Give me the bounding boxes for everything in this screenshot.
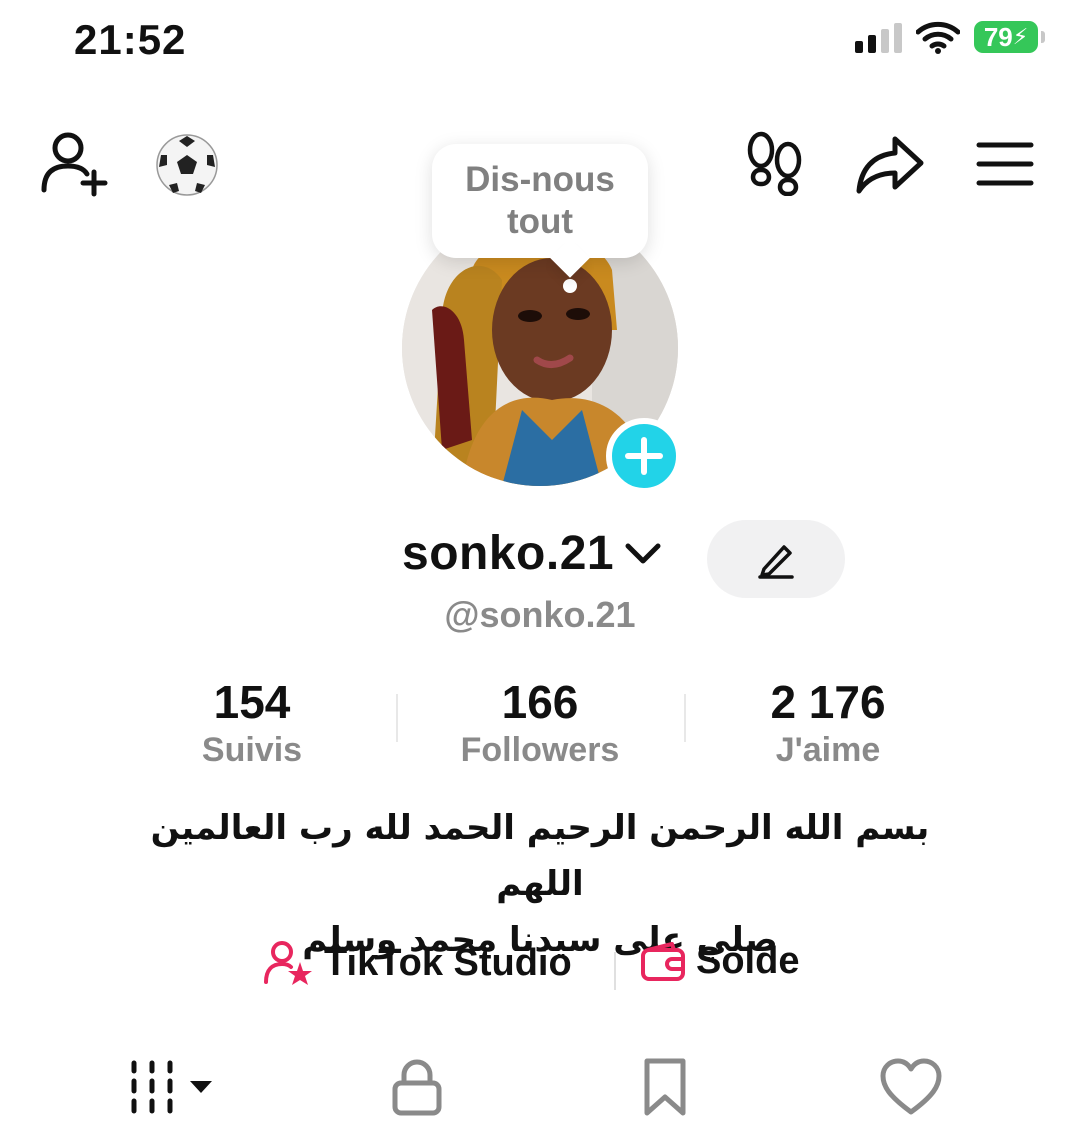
cellular-signal-icon [855, 21, 902, 53]
stat-following[interactable]: 154 Suivis [132, 674, 372, 770]
battery-level: 79 [983, 21, 1013, 52]
status-time: 21:52 [74, 16, 187, 63]
videos-grid-icon [131, 1060, 212, 1114]
profile-links: TikTok Studio Solde [0, 940, 1080, 1002]
share-icon[interactable] [854, 132, 926, 196]
wifi-icon [916, 21, 960, 54]
divider [684, 694, 686, 742]
link-label: Solde [696, 940, 800, 982]
stat-label: Followers [460, 731, 620, 769]
stat-value: 154 [213, 676, 291, 728]
add-avatar-button[interactable] [606, 418, 682, 494]
stat-value: 2 176 [770, 676, 886, 728]
tiktok-studio-link[interactable]: TikTok Studio [264, 940, 572, 986]
username[interactable]: sonko.21 [402, 526, 614, 581]
bookmark-icon [644, 1058, 686, 1116]
charging-bolt-icon: ⚡ [1012, 24, 1029, 49]
menu-icon[interactable] [974, 138, 1036, 190]
pencil-icon [758, 545, 794, 579]
tab-private[interactable] [386, 1052, 448, 1122]
tab-liked[interactable] [876, 1052, 946, 1122]
chevron-down-icon[interactable] [624, 540, 662, 568]
heart-icon [880, 1058, 942, 1115]
plus-icon [625, 437, 663, 475]
divider [396, 694, 398, 742]
wallet-icon [641, 941, 685, 981]
add-friend-icon[interactable] [40, 128, 110, 198]
balance-link[interactable]: Solde [640, 940, 799, 983]
link-label: TikTok Studio [324, 941, 572, 984]
tooltip-text: Dis-nous tout [465, 160, 615, 241]
battery-indicator: 79 ⚡ [974, 21, 1045, 53]
edit-profile-button[interactable] [707, 520, 845, 598]
tab-videos[interactable] [124, 1052, 216, 1122]
stat-label: Suivis [201, 731, 303, 769]
status-indicators: 79 ⚡ [855, 20, 1045, 54]
stat-label: J'aime [775, 731, 881, 769]
stat-value: 166 [501, 676, 579, 728]
bio-line: بسم الله الرحمن الرحيم الحمد لله رب العا… [150, 808, 930, 904]
divider [614, 952, 616, 990]
username-row: sonko.21 [0, 520, 1080, 598]
prompt-tooltip[interactable]: Dis-nous tout [432, 144, 648, 258]
creator-star-icon [264, 941, 312, 985]
stat-likes[interactable]: 2 176 J'aime [708, 674, 948, 770]
tab-saved[interactable] [634, 1052, 696, 1122]
footprints-icon[interactable] [744, 130, 806, 196]
stat-followers[interactable]: 166 Followers [420, 674, 660, 770]
lock-icon [392, 1059, 442, 1116]
football-icon[interactable] [154, 132, 220, 198]
profile-handle: @sonko.21 [444, 594, 636, 635]
content-tabs [0, 1052, 1080, 1122]
profile-stats: 154 Suivis 166 Followers 2 176 J'aime [0, 674, 1080, 774]
